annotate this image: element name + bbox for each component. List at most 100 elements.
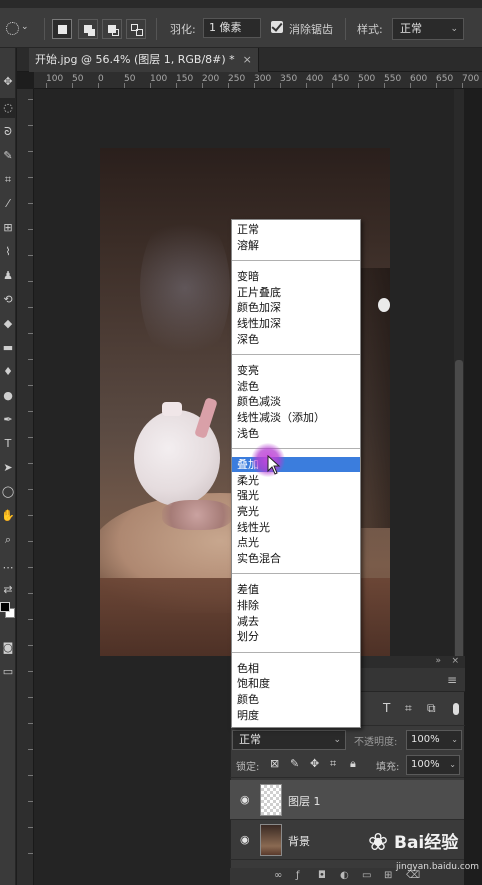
antialias-checkbox[interactable] (271, 21, 283, 33)
blend-mode-option[interactable]: 正常 (232, 222, 360, 237)
blend-mode-option[interactable]: 线性减淡（添加） (232, 410, 360, 425)
new-selection-button[interactable] (52, 19, 72, 39)
shape-filter-icon[interactable]: ⌗ (405, 701, 412, 716)
eraser-tool-icon[interactable]: ◆ (0, 314, 16, 334)
watermark-url: jingyan.baidu.com (396, 862, 480, 872)
dodge-tool-icon[interactable]: ● (0, 386, 16, 406)
blend-mode-option[interactable]: 差值 (232, 582, 360, 597)
blend-mode-option[interactable]: 实色混合 (232, 551, 360, 566)
blend-mode-option[interactable]: 变暗 (232, 269, 360, 284)
visibility-eye-icon[interactable]: ◉ (240, 793, 250, 806)
blend-mode-option[interactable]: 变亮 (232, 363, 360, 378)
smart-object-filter-icon[interactable]: ⧉ (427, 701, 436, 716)
brush-tool-icon[interactable]: ⌇ (0, 242, 16, 262)
ruler-tick-mark (176, 83, 177, 88)
ruler-tick-label: 650 (436, 74, 454, 84)
quick-select-tool-icon[interactable]: ✎ (0, 146, 16, 166)
ruler-tick-mark (28, 125, 33, 126)
blend-mode-option[interactable]: 线性加深 (232, 316, 360, 331)
blend-mode-option[interactable]: 划分 (232, 629, 360, 644)
lock-all-icon[interactable]: 🔒︎ (350, 757, 356, 771)
blend-mode-option[interactable]: 强光 (232, 488, 360, 503)
ruler-tick-mark (46, 83, 47, 88)
blend-mode-option[interactable]: 线性光 (232, 520, 360, 535)
ruler-tick-mark (28, 619, 33, 620)
filter-toggle[interactable] (453, 703, 459, 715)
type-tool-icon[interactable]: T (0, 434, 16, 454)
fx-icon[interactable]: ƒ (296, 870, 300, 881)
adjustment-icon[interactable]: ◐ (340, 870, 349, 881)
hand-tool-icon[interactable]: ✋ (0, 506, 16, 526)
ruler-tick-label: 100 (46, 74, 64, 84)
blend-mode-select[interactable]: 正常 ⌄ (232, 730, 346, 750)
collapse-icon[interactable]: » (435, 656, 441, 666)
document-tab[interactable]: 开始.jpg @ 56.4% (图层 1, RGB/8#) * × (29, 48, 259, 72)
add-to-selection-button[interactable] (78, 19, 98, 39)
blend-mode-option[interactable]: 点光 (232, 535, 360, 550)
blend-mode-option[interactable]: 颜色减淡 (232, 394, 360, 409)
eyedropper-tool-icon[interactable]: ⁄ (0, 194, 16, 214)
blend-mode-option[interactable]: 减去 (232, 614, 360, 629)
move-tool-icon[interactable]: ✥ (0, 72, 16, 92)
text-filter-icon[interactable]: T (383, 701, 390, 715)
intersect-selection-button[interactable] (126, 19, 146, 39)
feather-input[interactable]: 1 像素 (203, 18, 261, 38)
panel-menu-icon[interactable]: ≡ (447, 673, 457, 687)
blend-mode-option[interactable]: 颜色加深 (232, 300, 360, 315)
close-icon[interactable]: × (243, 53, 252, 66)
ruler-tick-mark (410, 83, 411, 88)
healing-tool-icon[interactable]: ⊞ (0, 218, 16, 238)
elliptical-marquee-icon[interactable] (6, 22, 19, 35)
blend-mode-option[interactable]: 饱和度 (232, 676, 360, 691)
blend-mode-option[interactable]: 颜色 (232, 692, 360, 707)
foreground-color-swatch[interactable] (0, 602, 10, 612)
crop-tool-icon[interactable]: ⌗ (0, 170, 16, 190)
blend-mode-option[interactable]: 浅色 (232, 426, 360, 441)
zoom-tool-icon[interactable]: ⌕ (0, 530, 16, 550)
lock-artboard-icon[interactable]: ⌗ (330, 757, 336, 771)
style-select[interactable]: 正常 ⌄ (392, 18, 464, 40)
stamp-tool-icon[interactable]: ♟ (0, 266, 16, 286)
fill-input[interactable]: 100% ⌄ (406, 755, 460, 775)
shape-tool-icon[interactable]: ◯ (0, 482, 16, 502)
blur-tool-icon[interactable]: ♦ (0, 362, 16, 382)
ruler-tick-label: 100 (150, 74, 168, 84)
ruler-tick-mark (332, 83, 333, 88)
opacity-input[interactable]: 100% ⌄ (406, 730, 462, 750)
blend-mode-option[interactable]: 排除 (232, 598, 360, 613)
lock-position-icon[interactable]: ✥ (310, 757, 319, 770)
layer-row[interactable]: ◉ 图层 1 (230, 780, 464, 820)
scrollbar-thumb[interactable] (455, 360, 463, 660)
blend-mode-option[interactable]: 滤色 (232, 379, 360, 394)
layer-thumbnail (260, 824, 282, 856)
pen-tool-icon[interactable]: ✒ (0, 410, 16, 430)
mask-icon[interactable]: ◘ (318, 870, 326, 881)
path-select-icon[interactable]: ➤ (0, 458, 16, 478)
close-icon[interactable]: × (451, 656, 459, 666)
history-brush-icon[interactable]: ⟲ (0, 290, 16, 310)
ruler-tick-mark (98, 83, 99, 88)
layer-name: 背景 (288, 835, 310, 848)
blend-mode-option[interactable]: 溶解 (232, 238, 360, 253)
screen-mode-icon[interactable]: ▭ (0, 662, 16, 682)
lock-pixels-icon[interactable]: ✎ (290, 757, 299, 770)
swap-colors-icon[interactable]: ⇄ (0, 580, 16, 600)
blend-mode-option[interactable]: 深色 (232, 332, 360, 347)
quick-mask-icon[interactable]: ◙ (0, 638, 16, 658)
blend-mode-option[interactable]: 色相 (232, 661, 360, 676)
opacity-value: 100% (411, 734, 440, 745)
lasso-tool-icon[interactable]: ᘐ (0, 122, 16, 142)
ruler-tick-mark (28, 229, 33, 230)
blend-mode-option[interactable]: 柔光 (232, 473, 360, 488)
blend-mode-option[interactable]: 正片叠底 (232, 285, 360, 300)
marquee-tool-icon[interactable]: ◌ (0, 98, 16, 118)
link-layers-icon[interactable]: ∞ (274, 870, 282, 881)
gradient-tool-icon[interactable]: ▬ (0, 338, 16, 358)
more-tools-icon[interactable]: ⋯ (0, 558, 16, 578)
chevron-down-icon[interactable]: ⌄ (21, 22, 29, 32)
visibility-eye-icon[interactable]: ◉ (240, 833, 250, 846)
blend-mode-option[interactable]: 明度 (232, 708, 360, 723)
lock-transparency-icon[interactable]: ⊠ (270, 757, 279, 770)
blend-mode-option[interactable]: 亮光 (232, 504, 360, 519)
subtract-from-selection-button[interactable] (102, 19, 122, 39)
